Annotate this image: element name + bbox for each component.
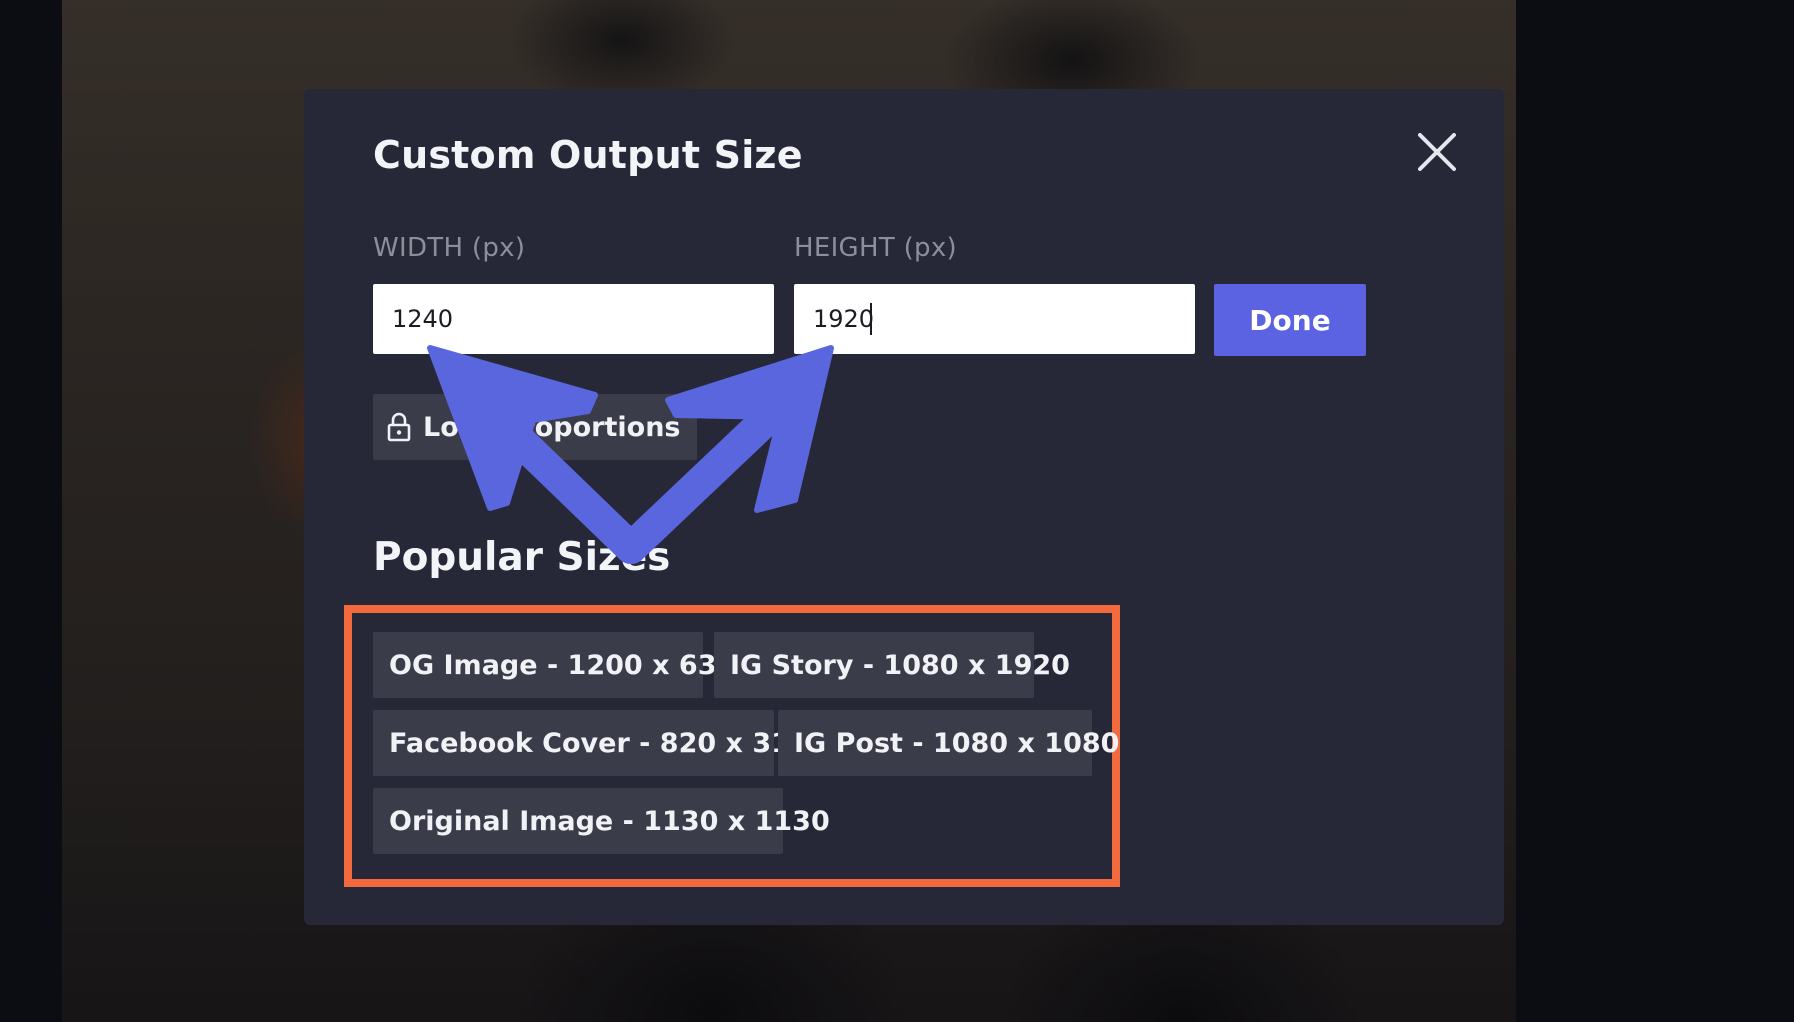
size-chip-original-image[interactable]: Original Image - 1130 x 1130 <box>373 788 830 854</box>
done-button[interactable]: Done <box>1214 284 1366 356</box>
close-button[interactable] <box>1410 125 1464 179</box>
popular-sizes-title: Popular Sizes <box>373 535 671 580</box>
text-caret <box>870 303 872 335</box>
lock-proportions-button[interactable]: Lock proportions <box>373 394 697 460</box>
screen: Custom Output Size WIDTH (px) HEIGHT (px… <box>0 0 1794 1022</box>
modal-title: Custom Output Size <box>373 133 803 177</box>
width-input[interactable] <box>373 284 774 354</box>
size-chip-ig-post[interactable]: IG Post - 1080 x 1080 <box>778 710 1119 776</box>
height-input[interactable] <box>794 284 1195 354</box>
lock-icon <box>387 412 411 442</box>
lock-proportions-label: Lock proportions <box>423 411 681 443</box>
width-label: WIDTH (px) <box>373 233 526 263</box>
height-label: HEIGHT (px) <box>794 233 957 263</box>
close-icon <box>1418 133 1456 171</box>
custom-output-size-modal: Custom Output Size WIDTH (px) HEIGHT (px… <box>304 89 1504 925</box>
size-chip-ig-story[interactable]: IG Story - 1080 x 1920 <box>714 632 1070 698</box>
size-chip-og-image[interactable]: OG Image - 1200 x 630 <box>373 632 735 698</box>
size-chip-facebook-cover[interactable]: Facebook Cover - 820 x 312 <box>373 710 809 776</box>
